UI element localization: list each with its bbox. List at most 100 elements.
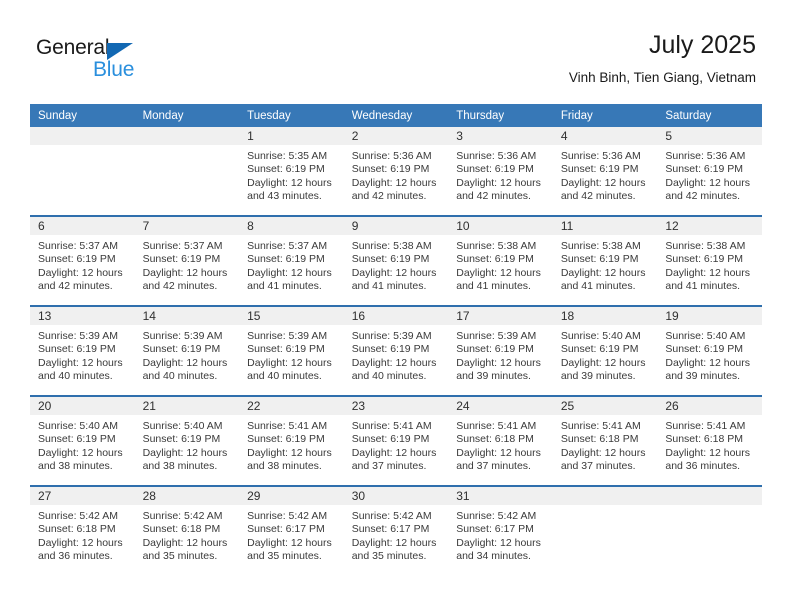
calendar-day-cell[interactable]: 18 Sunrise: 5:40 AM Sunset: 6:19 PM Dayligh… xyxy=(552,305,658,396)
daylight-text-line1: Daylight: 12 hours xyxy=(38,446,123,459)
daylight-text-line2: and 40 minutes. xyxy=(247,370,322,383)
calendar-day-cell[interactable]: 9 Sunrise: 5:38 AM Sunset: 6:19 PM Daylight… xyxy=(343,215,449,306)
daylight-text-line1: Daylight: 12 hours xyxy=(665,356,751,369)
calendar-day-cell[interactable]: 3 Sunrise: 5:36 AM Sunset: 6:19 PM Daylight… xyxy=(448,127,553,216)
calendar-day-cell[interactable]: 12 Sunrise: 5:38 AM Sunset: 6:19 PM Dayligh… xyxy=(657,215,762,306)
sunrise-text: Sunrise: 5:41 AM xyxy=(560,420,641,432)
calendar-day-cell[interactable]: 26 Sunrise: 5:41 AM Sunset: 6:18 PM Dayligh… xyxy=(657,395,762,486)
calendar-day-cell[interactable]: 28 Sunrise: 5:42 AM Sunset: 6:18 PM Dayligh… xyxy=(134,485,240,575)
sunset-text: Sunset: 6:19 PM xyxy=(142,433,221,446)
calendar-day-cell[interactable]: 1 Sunrise: 5:35 AM Sunset: 6:19 PM Daylight… xyxy=(239,127,344,216)
day-number: 6 xyxy=(30,217,135,235)
calendar-day-cell[interactable]: 30 Sunrise: 5:42 AM Sunset: 6:17 PM Dayligh… xyxy=(343,485,449,575)
calendar-day-cell[interactable]: 10 Sunrise: 5:38 AM Sunset: 6:19 PM Dayligh… xyxy=(448,215,553,306)
calendar-day-cell[interactable]: 17 Sunrise: 5:39 AM Sunset: 6:19 PM Dayligh… xyxy=(448,305,553,396)
sunrise-text: Sunrise: 5:41 AM xyxy=(247,420,328,432)
day-number xyxy=(552,487,658,505)
calendar-table: Sunday Monday Tuesday Wednesday Thursday… xyxy=(30,104,762,575)
sunrise-text: Sunrise: 5:39 AM xyxy=(456,330,537,342)
calendar-day-cell[interactable]: 4 Sunrise: 5:36 AM Sunset: 6:19 PM Daylight… xyxy=(552,127,658,216)
day-number: 18 xyxy=(552,307,658,325)
day-details: Sunrise: 5:35 AM Sunset: 6:19 PM Daylight:… xyxy=(239,145,344,204)
sunset-text: Sunset: 6:19 PM xyxy=(142,343,221,356)
day-details: Sunrise: 5:36 AM Sunset: 6:19 PM Daylight:… xyxy=(553,145,658,204)
sunrise-text: Sunrise: 5:39 AM xyxy=(247,330,328,342)
weekday-header-tuesday: Tuesday xyxy=(239,104,344,127)
daylight-text-line1: Daylight: 12 hours xyxy=(142,356,228,369)
day-number: 7 xyxy=(134,217,240,235)
day-details: Sunrise: 5:42 AM Sunset: 6:17 PM Daylight:… xyxy=(239,505,344,564)
sunset-text: Sunset: 6:19 PM xyxy=(665,163,744,176)
calendar-day-cell[interactable]: 22 Sunrise: 5:41 AM Sunset: 6:19 PM Dayligh… xyxy=(239,395,344,486)
sunrise-text: Sunrise: 5:40 AM xyxy=(665,330,746,342)
daylight-text-line1: Daylight: 12 hours xyxy=(456,446,541,459)
calendar-day-cell[interactable]: 5 Sunrise: 5:36 AM Sunset: 6:19 PM Daylight… xyxy=(657,127,762,216)
day-cell-inner: 21 Sunrise: 5:40 AM Sunset: 6:19 PM Dayligh… xyxy=(134,397,240,485)
sunrise-text: Sunrise: 5:37 AM xyxy=(142,240,223,252)
sunset-text: Sunset: 6:19 PM xyxy=(142,253,221,266)
daylight-text-line2: and 34 minutes. xyxy=(456,550,531,563)
sunset-text: Sunset: 6:19 PM xyxy=(38,253,116,266)
day-cell-inner: 1 Sunrise: 5:35 AM Sunset: 6:19 PM Daylight… xyxy=(239,127,344,215)
weekday-header-thursday: Thursday xyxy=(448,104,553,127)
daylight-text-line2: and 35 minutes. xyxy=(247,550,322,563)
calendar-empty-cell xyxy=(552,485,658,575)
daylight-text-line1: Daylight: 12 hours xyxy=(665,446,751,459)
calendar-day-cell[interactable]: 6 Sunrise: 5:37 AM Sunset: 6:19 PM Daylight… xyxy=(30,215,135,306)
calendar-week-row: 20 Sunrise: 5:40 AM Sunset: 6:19 PM Dayligh… xyxy=(30,395,762,486)
calendar-day-cell[interactable]: 27 Sunrise: 5:42 AM Sunset: 6:18 PM Dayligh… xyxy=(30,485,135,575)
day-cell-inner xyxy=(657,487,762,575)
calendar-day-cell[interactable]: 19 Sunrise: 5:40 AM Sunset: 6:19 PM Dayligh… xyxy=(657,305,762,396)
sunrise-text: Sunrise: 5:36 AM xyxy=(351,150,432,162)
day-number: 10 xyxy=(448,217,553,235)
day-number xyxy=(134,127,240,145)
sunrise-text: Sunrise: 5:42 AM xyxy=(351,510,432,522)
day-cell-inner: 5 Sunrise: 5:36 AM Sunset: 6:19 PM Daylight… xyxy=(657,127,762,215)
calendar-day-cell[interactable]: 24 Sunrise: 5:41 AM Sunset: 6:18 PM Dayligh… xyxy=(448,395,553,486)
calendar-day-cell[interactable]: 11 Sunrise: 5:38 AM Sunset: 6:19 PM Dayligh… xyxy=(552,215,658,306)
weekday-header-sunday: Sunday xyxy=(30,104,135,127)
day-details: Sunrise: 5:42 AM Sunset: 6:18 PM Daylight:… xyxy=(30,505,135,564)
calendar-day-cell[interactable]: 15 Sunrise: 5:39 AM Sunset: 6:19 PM Dayligh… xyxy=(239,305,344,396)
calendar-day-cell[interactable]: 23 Sunrise: 5:41 AM Sunset: 6:19 PM Dayligh… xyxy=(343,395,449,486)
calendar-day-cell[interactable]: 21 Sunrise: 5:40 AM Sunset: 6:19 PM Dayligh… xyxy=(134,395,240,486)
calendar-day-cell[interactable]: 16 Sunrise: 5:39 AM Sunset: 6:19 PM Dayligh… xyxy=(343,305,449,396)
sunset-text: Sunset: 6:19 PM xyxy=(560,163,639,176)
daylight-text-line2: and 37 minutes. xyxy=(560,460,636,473)
daylight-text-line1: Daylight: 12 hours xyxy=(560,266,646,279)
day-cell-inner: 19 Sunrise: 5:40 AM Sunset: 6:19 PM Dayligh… xyxy=(657,307,762,395)
daylight-text-line2: and 35 minutes. xyxy=(142,550,218,563)
daylight-text-line2: and 41 minutes. xyxy=(560,280,636,293)
day-details: Sunrise: 5:39 AM Sunset: 6:19 PM Daylight:… xyxy=(30,325,135,384)
calendar-day-cell[interactable]: 14 Sunrise: 5:39 AM Sunset: 6:19 PM Dayligh… xyxy=(134,305,240,396)
calendar-day-cell[interactable]: 2 Sunrise: 5:36 AM Sunset: 6:19 PM Daylight… xyxy=(343,127,449,216)
calendar-day-cell[interactable]: 31 Sunrise: 5:42 AM Sunset: 6:17 PM Dayligh… xyxy=(448,485,553,575)
calendar-week-row: 13 Sunrise: 5:39 AM Sunset: 6:19 PM Dayligh… xyxy=(30,305,762,396)
day-details: Sunrise: 5:38 AM Sunset: 6:19 PM Daylight:… xyxy=(448,235,553,294)
day-number: 26 xyxy=(657,397,762,415)
calendar-day-cell[interactable]: 8 Sunrise: 5:37 AM Sunset: 6:19 PM Daylight… xyxy=(239,215,344,306)
day-details: Sunrise: 5:36 AM Sunset: 6:19 PM Daylight:… xyxy=(344,145,449,204)
day-number: 20 xyxy=(30,397,135,415)
day-details: Sunrise: 5:39 AM Sunset: 6:19 PM Daylight:… xyxy=(135,325,240,384)
calendar-day-cell[interactable]: 25 Sunrise: 5:41 AM Sunset: 6:18 PM Dayligh… xyxy=(552,395,658,486)
day-cell-inner: 20 Sunrise: 5:40 AM Sunset: 6:19 PM Dayligh… xyxy=(30,397,135,485)
sunset-text: Sunset: 6:18 PM xyxy=(456,433,534,446)
sunrise-text: Sunrise: 5:38 AM xyxy=(456,240,537,252)
calendar-day-cell[interactable]: 7 Sunrise: 5:37 AM Sunset: 6:19 PM Daylight… xyxy=(134,215,240,306)
day-number: 11 xyxy=(552,217,658,235)
calendar-day-cell[interactable]: 20 Sunrise: 5:40 AM Sunset: 6:19 PM Dayligh… xyxy=(30,395,135,486)
day-details: Sunrise: 5:37 AM Sunset: 6:19 PM Daylight:… xyxy=(30,235,135,294)
day-details: Sunrise: 5:42 AM Sunset: 6:17 PM Daylight:… xyxy=(344,505,449,564)
day-cell-inner: 31 Sunrise: 5:42 AM Sunset: 6:17 PM Dayligh… xyxy=(448,487,553,575)
day-cell-inner: 9 Sunrise: 5:38 AM Sunset: 6:19 PM Daylight… xyxy=(343,217,449,305)
day-details: Sunrise: 5:41 AM Sunset: 6:19 PM Daylight:… xyxy=(344,415,449,474)
sunrise-text: Sunrise: 5:42 AM xyxy=(38,510,118,522)
sunrise-text: Sunrise: 5:38 AM xyxy=(665,240,746,252)
day-number xyxy=(657,487,762,505)
calendar-day-cell[interactable]: 13 Sunrise: 5:39 AM Sunset: 6:19 PM Dayligh… xyxy=(30,305,135,396)
sunrise-text: Sunrise: 5:35 AM xyxy=(247,150,328,162)
sunrise-text: Sunrise: 5:38 AM xyxy=(351,240,432,252)
day-number: 22 xyxy=(239,397,344,415)
calendar-day-cell[interactable]: 29 Sunrise: 5:42 AM Sunset: 6:17 PM Dayligh… xyxy=(239,485,344,575)
